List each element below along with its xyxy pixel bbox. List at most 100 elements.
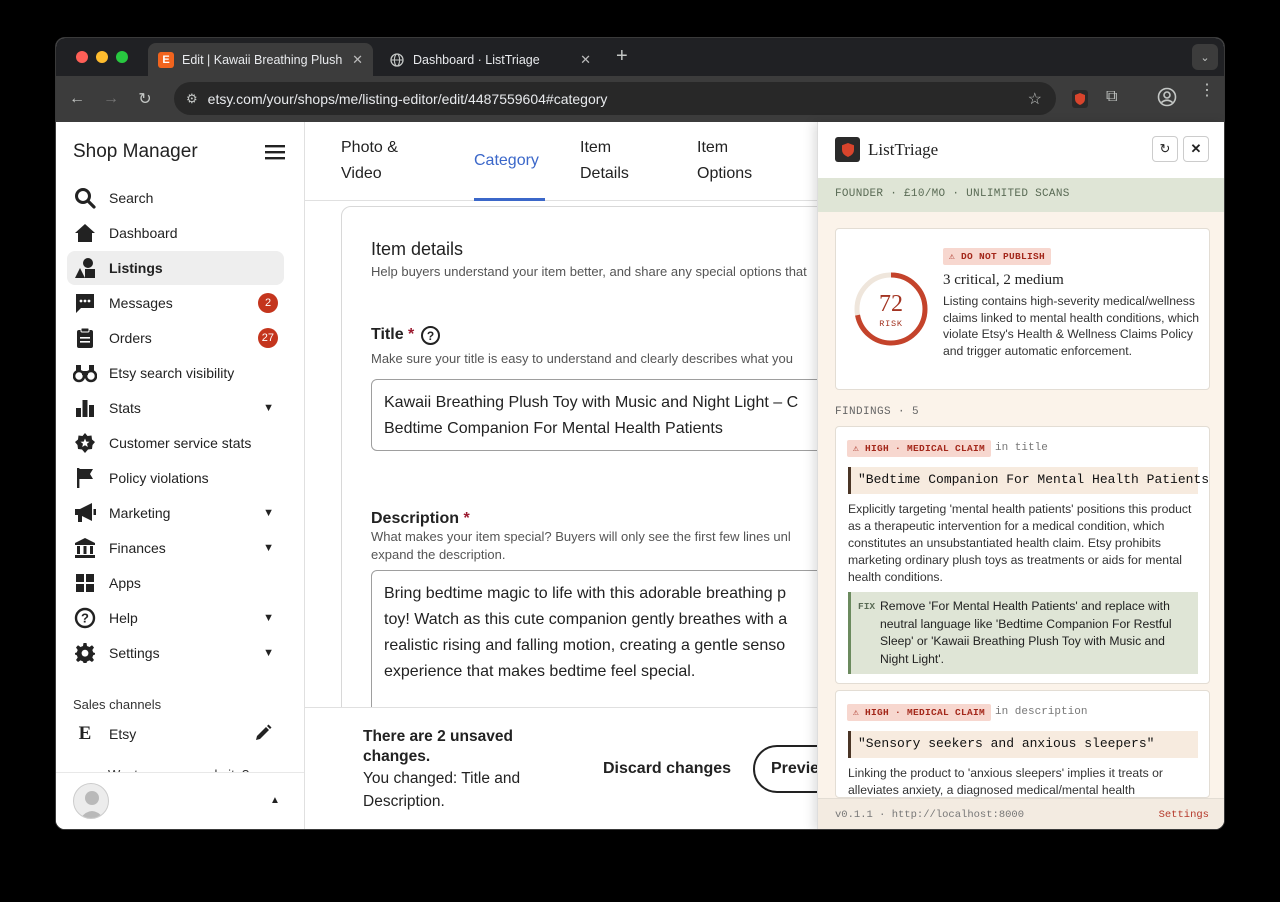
close-tab-icon[interactable]: ✕ — [352, 52, 363, 68]
risk-summary-card: 72 RISK ⚠ DO NOT PUBLISH 3 critical, 2 m… — [835, 228, 1210, 390]
description-help-line-1: What makes your item special? Buyers wil… — [371, 529, 791, 544]
chevron-down-icon[interactable]: ▼ — [263, 507, 274, 519]
sidebar-item-search[interactable]: Search — [67, 181, 284, 215]
sidebar-item-orders[interactable]: Orders 27 — [67, 321, 284, 355]
sidebar-item-label: Customer service stats — [109, 435, 252, 451]
section-title: Item details — [371, 239, 464, 259]
finding-location: in description — [995, 706, 1088, 718]
finding-card: ⚠ HIGH · MEDICAL CLAIM in description "S… — [835, 690, 1210, 798]
findings-heading: FINDINGS · 5 — [835, 406, 920, 418]
sidebar-item-marketing[interactable]: Marketing ▼ — [67, 496, 284, 530]
edit-pencil-icon[interactable] — [254, 724, 272, 745]
sidebar-item-label: Help — [109, 610, 138, 626]
caret-up-icon[interactable]: ▲ — [270, 795, 280, 806]
close-panel-icon[interactable]: ✕ — [1183, 136, 1209, 162]
etsy-favicon-icon: E — [158, 51, 174, 68]
tab-photo-video[interactable]: Photo & Video — [341, 135, 431, 187]
title-help-icon[interactable]: ? — [421, 326, 440, 345]
sidebar-item-customer-service-stats[interactable]: Customer service stats — [67, 426, 284, 460]
listtriage-logo-icon — [835, 137, 860, 162]
description-label: Description * — [371, 510, 470, 528]
browser-tab-etsy[interactable]: E Edit | Kawaii Breathing Plush T ✕ — [148, 43, 373, 76]
avatar[interactable] — [73, 783, 109, 819]
description-help-line-2: expand the description. — [371, 547, 506, 562]
sales-channels-heading: Sales channels — [73, 697, 162, 712]
chevron-down-icon[interactable]: ▼ — [263, 542, 274, 554]
do-not-publish-badge: ⚠ DO NOT PUBLISH — [943, 248, 1052, 265]
binoculars-icon — [73, 361, 97, 385]
sidebar-item-label: Policy violations — [109, 470, 209, 486]
browser-toolbar: ← → ↻ ⚙ etsy.com/your/shops/me/listing-e… — [56, 76, 1224, 122]
discard-changes-button[interactable]: Discard changes — [603, 760, 731, 778]
tab-title: Dashboard · ListTriage — [413, 52, 540, 67]
sidebar-item-policy-violations[interactable]: Policy violations — [67, 461, 284, 495]
sidebar-item-label: Search — [109, 190, 154, 206]
close-window-button[interactable] — [76, 51, 88, 63]
account-row[interactable]: ▲ — [56, 772, 304, 829]
tab-category[interactable]: Category — [474, 148, 539, 174]
address-bar[interactable]: ⚙ etsy.com/your/shops/me/listing-editor/… — [174, 82, 1056, 115]
finding-card: ⚠ HIGH · MEDICAL CLAIM in title "Bedtime… — [835, 426, 1210, 684]
hamburger-menu-icon[interactable] — [265, 144, 285, 165]
sidebar-item-dashboard[interactable]: Dashboard — [67, 216, 284, 250]
browser-menu-icon[interactable]: ⋮ — [1199, 83, 1215, 99]
back-icon[interactable]: ← — [60, 90, 94, 108]
fix-suggestion: FIX Remove 'For Mental Health Patients' … — [848, 592, 1198, 674]
sidebar-item-messages[interactable]: Messages 2 — [67, 286, 284, 320]
sidebar-item-listings[interactable]: Listings — [67, 251, 284, 285]
tab-item-options[interactable]: Item Options — [697, 135, 767, 187]
extensions-puzzle-icon[interactable]: ⧉ — [1106, 88, 1117, 106]
fix-label: FIX — [858, 601, 876, 612]
sidebar-item-help[interactable]: ? Help ▼ — [67, 601, 284, 635]
severity-badge: ⚠ HIGH · MEDICAL CLAIM — [847, 440, 992, 457]
sidebar-item-label: Settings — [109, 645, 160, 661]
close-tab-icon[interactable]: ✕ — [580, 52, 591, 68]
gear-icon — [73, 641, 97, 665]
sidebar-item-label: Listings — [109, 260, 163, 276]
browser-tab-listtriage[interactable]: Dashboard · ListTriage ✕ — [379, 43, 601, 76]
sidebar-item-finances[interactable]: Finances ▼ — [67, 531, 284, 565]
sidebar-item-settings[interactable]: Settings ▼ — [67, 636, 284, 670]
title-label-text: Title — [371, 326, 404, 343]
profile-icon[interactable] — [1157, 87, 1177, 112]
chevron-down-icon[interactable]: ▼ — [263, 402, 274, 414]
minimize-window-button[interactable] — [96, 51, 108, 63]
sidebar-item-label: Etsy search visibility — [109, 365, 235, 381]
sidebar-item-apps[interactable]: Apps — [67, 566, 284, 600]
tab-item-details[interactable]: Item Details — [580, 135, 640, 187]
description-line: realistic rising and falling motion, cre… — [384, 637, 786, 654]
badge-star-icon — [73, 431, 97, 455]
chevron-down-icon[interactable]: ▼ — [263, 612, 274, 624]
tab-title: Edit | Kawaii Breathing Plush T — [182, 52, 345, 67]
listtriage-extension-icon[interactable] — [1072, 90, 1088, 108]
required-asterisk: * — [459, 510, 470, 527]
flag-icon — [73, 466, 97, 490]
title-line-2: Bedtime Companion For Mental Health Pati… — [384, 420, 723, 437]
reload-icon[interactable]: ↻ — [128, 89, 162, 109]
new-tab-icon[interactable]: + — [616, 45, 628, 68]
item-details-card: Item details Help buyers understand your… — [341, 206, 817, 770]
sidebar-item-label: Finances — [109, 540, 166, 556]
title-line-1: Kawaii Breathing Plush Toy with Music an… — [384, 394, 799, 411]
svg-text:?: ? — [81, 611, 89, 626]
preview-button[interactable]: Preview — [753, 745, 817, 793]
etsy-logo-icon: E — [78, 723, 92, 744]
sidebar-item-search-visibility[interactable]: Etsy search visibility — [67, 356, 284, 390]
cut-off-link[interactable]: Want your own website? — [108, 764, 268, 772]
sidebar-item-etsy-channel[interactable]: E Etsy — [67, 717, 284, 751]
sidebar-item-stats[interactable]: Stats ▼ — [67, 391, 284, 425]
finding-quote: "Bedtime Companion For Mental Health Pat… — [848, 467, 1209, 494]
sidebar-title: Shop Manager — [73, 141, 198, 162]
settings-link[interactable]: Settings — [1159, 809, 1209, 821]
chevron-down-icon[interactable]: ▼ — [263, 647, 274, 659]
megaphone-icon — [73, 501, 97, 525]
tab-search-icon[interactable]: ⌄ — [1192, 44, 1218, 70]
forward-icon[interactable]: → — [94, 90, 128, 108]
bookmark-star-icon[interactable]: ☆ — [1028, 89, 1042, 109]
title-input[interactable]: Kawaii Breathing Plush Toy with Music an… — [371, 379, 817, 451]
maximize-window-button[interactable] — [116, 51, 128, 63]
editor-tabs: Photo & Video Category Item Details Item… — [305, 122, 817, 201]
refresh-icon[interactable]: ↻ — [1152, 136, 1178, 162]
section-subtitle: Help buyers understand your item better,… — [371, 264, 807, 279]
site-settings-icon[interactable]: ⚙ — [186, 91, 198, 107]
